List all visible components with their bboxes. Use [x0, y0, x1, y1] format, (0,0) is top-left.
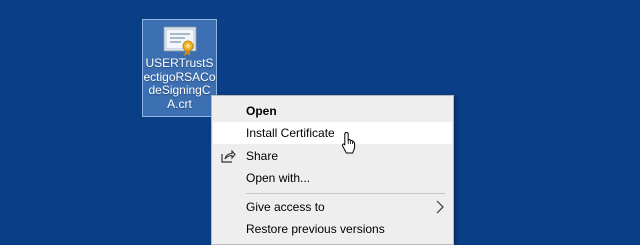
- chevron-right-icon: [436, 200, 444, 214]
- menu-item-open-with[interactable]: Open with...: [213, 167, 452, 189]
- menu-item-label: Open: [246, 104, 277, 118]
- mouse-pointer-icon: [342, 131, 356, 154]
- menu-item-label: Open with...: [246, 171, 311, 185]
- menu-item-label: Restore previous versions: [246, 222, 385, 236]
- menu-item-open[interactable]: Open: [213, 100, 452, 122]
- menu-item-install-certificate[interactable]: Install Certificate: [213, 122, 452, 144]
- menu-item-restore-previous-versions[interactable]: Restore previous versions: [213, 218, 452, 240]
- menu-item-label: Install Certificate: [246, 126, 335, 140]
- file-name-label: USERTrustSectigoRSACodeSigningCA.crt: [143, 56, 216, 111]
- menu-item-share[interactable]: Share: [213, 145, 452, 167]
- desktop-file-icon[interactable]: USERTrustSectigoRSACodeSigningCA.crt: [142, 19, 217, 117]
- menu-item-give-access-to[interactable]: Give access to: [213, 196, 452, 218]
- certificate-icon: [163, 26, 197, 56]
- menu-item-label: Share: [246, 149, 279, 163]
- menu-item-label: Give access to: [246, 200, 325, 214]
- context-menu: Open Install Certificate Share Open with…: [211, 95, 454, 245]
- share-icon: [221, 149, 236, 163]
- menu-separator: [246, 193, 445, 194]
